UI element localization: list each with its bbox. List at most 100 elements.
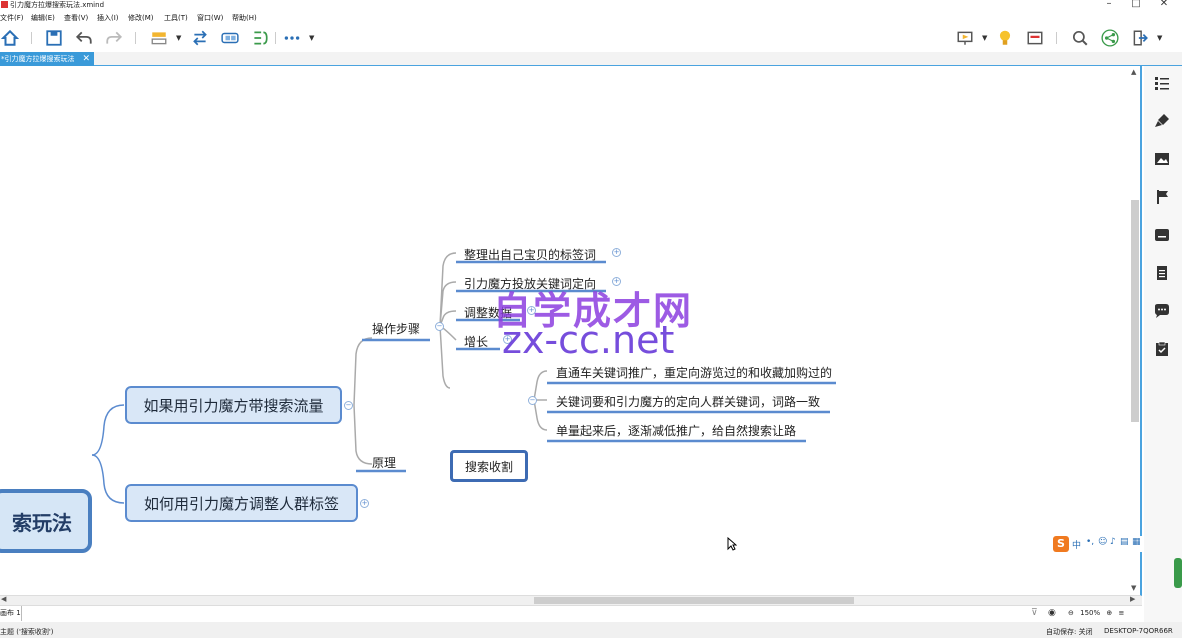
topic-step-tag-words[interactable]: 整理出自己宝贝的标签词 — [464, 246, 596, 262]
task-clipboard-icon[interactable] — [1153, 340, 1171, 358]
menu-window[interactable]: 窗口(W) — [197, 13, 223, 23]
expand-icon[interactable]: + — [612, 277, 621, 286]
presentation-icon[interactable] — [956, 29, 974, 47]
topic-style-icon[interactable] — [150, 29, 168, 47]
sheet-bar: 画布 1 ⊽ ◉ ⊖ 150% ⊕ ≡ — [0, 605, 1142, 621]
sogou-logo-icon[interactable]: S — [1053, 536, 1069, 552]
topic-step-adjust-data[interactable]: 调整数据 — [464, 304, 512, 320]
menu-help[interactable]: 帮助(H) — [232, 13, 257, 23]
vertical-scroll-thumb[interactable] — [1131, 200, 1139, 422]
marker-flag-icon[interactable] — [1153, 188, 1171, 206]
toolbar: ▼ ▼ ▼ ▼ — [0, 25, 1182, 51]
share-icon[interactable] — [1101, 29, 1119, 47]
image-icon[interactable] — [1153, 150, 1171, 168]
toolbar-separator — [275, 32, 276, 44]
close-window-button[interactable]: ✕ — [1157, 0, 1171, 9]
topic-harvest-keyword-match[interactable]: 关键词要和引力魔方的定向人群关键词，词路一致 — [556, 393, 820, 409]
format-brush-icon[interactable] — [1153, 112, 1171, 130]
menu-view[interactable]: 查看(V) — [64, 13, 88, 23]
root-topic[interactable]: 索玩法 — [0, 489, 92, 553]
boundary-icon[interactable] — [221, 29, 239, 47]
toolbar-separator — [1056, 32, 1057, 44]
horizontal-scrollbar[interactable]: ◀ ▶ — [0, 595, 1142, 605]
menu-file[interactable]: 文件(F) — [0, 13, 24, 23]
scroll-up-icon[interactable]: ▲ — [1131, 68, 1136, 76]
document-tab-label: *引力魔方拉爆搜索玩法 — [1, 55, 75, 63]
mouse-cursor-icon — [727, 536, 738, 554]
autosave-status[interactable]: 自动保存: 关闭 — [1046, 627, 1093, 637]
comment-icon[interactable] — [1153, 302, 1171, 320]
sticker-icon[interactable] — [1153, 226, 1171, 244]
keyboard-icon[interactable]: ▤ — [1120, 537, 1129, 547]
redo-icon[interactable] — [105, 29, 123, 47]
side-panel — [1144, 66, 1182, 622]
collapse-icon[interactable]: − — [435, 322, 444, 331]
document-tab[interactable]: *引力魔方拉爆搜索玩法 ✕ — [0, 52, 94, 66]
notes-icon[interactable] — [1153, 264, 1171, 282]
outline-icon[interactable] — [1153, 74, 1171, 92]
zoom-out-button[interactable]: ⊖ — [1068, 609, 1074, 617]
filter-icon[interactable]: ⊽ — [1031, 608, 1038, 618]
expand-icon[interactable]: + — [360, 499, 369, 508]
minimize-button[interactable]: – — [1102, 0, 1116, 9]
zoom-control: ⊖ 150% ⊕ ≡ — [1068, 609, 1124, 617]
mindmap-canvas[interactable]: 索玩法 如果用引力魔方带搜索流量 − 如何用引力魔方调整人群标签 + 操作步骤 … — [0, 66, 1142, 596]
relationship-icon[interactable] — [191, 29, 209, 47]
topic-search-harvest-selected[interactable]: 搜索收割 — [450, 450, 528, 482]
search-icon[interactable] — [1071, 29, 1089, 47]
topic-harvest-reduce-promotion[interactable]: 单量起来后，逐渐减低推广，给自然搜索让路 — [556, 422, 796, 438]
topic-step-growth[interactable]: 增长 — [464, 333, 488, 349]
menu-tools[interactable]: 工具(T) — [164, 13, 188, 23]
computer-name: DESKTOP-7QOR66R — [1104, 627, 1173, 635]
idea-icon[interactable] — [996, 29, 1014, 47]
collapse-icon[interactable]: − — [344, 401, 353, 410]
topic-principle[interactable]: 原理 — [372, 454, 396, 470]
scroll-down-icon[interactable]: ▼ — [1131, 584, 1136, 592]
menu-modify[interactable]: 修改(M) — [128, 13, 154, 23]
collapse-icon[interactable]: − — [528, 396, 537, 405]
expand-icon[interactable]: + — [527, 306, 536, 315]
punctuation-icon[interactable]: •, — [1086, 537, 1094, 547]
side-panel-scroll-indicator[interactable] — [1174, 558, 1182, 588]
panel-icon[interactable] — [1026, 29, 1044, 47]
window-title: 引力魔方拉爆搜索玩法.xmind — [10, 1, 105, 9]
microphone-icon[interactable]: ♪ — [1110, 537, 1116, 547]
undo-icon[interactable] — [75, 29, 93, 47]
topic-style-dropdown-icon[interactable]: ▼ — [176, 34, 181, 42]
sheet-tab[interactable]: 画布 1 — [0, 606, 22, 621]
xmind-app-icon — [1, 1, 8, 8]
maximize-button[interactable]: □ — [1129, 0, 1143, 9]
ime-language[interactable]: 中 — [1072, 538, 1081, 551]
fit-icon[interactable]: ≡ — [1118, 609, 1124, 617]
summary-icon[interactable] — [251, 29, 269, 47]
expand-icon[interactable]: + — [612, 248, 621, 257]
topic-harvest-through-train[interactable]: 直通车关键词推广，重定向游览过的和收藏加购过的 — [556, 364, 832, 380]
more-dropdown-icon[interactable]: ▼ — [309, 34, 314, 42]
zoom-level[interactable]: 150% — [1080, 609, 1100, 617]
menu-insert[interactable]: 插入(I) — [97, 13, 119, 23]
presentation-dropdown-icon[interactable]: ▼ — [982, 34, 987, 42]
zoom-in-button[interactable]: ⊕ — [1106, 609, 1112, 617]
vertical-scrollbar[interactable]: ▲ ▼ — [1130, 68, 1140, 594]
export-icon[interactable] — [1131, 29, 1149, 47]
topic-main-crowd-tags[interactable]: 如何用引力魔方调整人群标签 — [125, 484, 358, 522]
document-tab-strip: *引力魔方拉爆搜索玩法 ✕ — [0, 52, 1182, 66]
scroll-right-icon[interactable]: ▶ — [1130, 595, 1135, 603]
horizontal-scroll-thumb[interactable] — [534, 597, 854, 604]
close-tab-icon[interactable]: ✕ — [82, 52, 90, 66]
expand-icon[interactable]: + — [503, 335, 512, 344]
menu-edit[interactable]: 编辑(E) — [31, 13, 55, 23]
topic-steps[interactable]: 操作步骤 — [372, 320, 420, 336]
save-icon[interactable] — [45, 29, 63, 47]
export-dropdown-icon[interactable]: ▼ — [1157, 34, 1162, 42]
emoji-icon[interactable]: ☺ — [1098, 537, 1107, 547]
topic-step-keyword-targeting[interactable]: 引力魔方投放关键词定向 — [464, 275, 596, 291]
status-bar: 主题 ('搜索收割') 自动保存: 关闭 DESKTOP-7QOR66R — [0, 622, 1182, 638]
more-icon[interactable] — [283, 29, 301, 47]
topic-main-search-traffic[interactable]: 如果用引力魔方带搜索流量 — [125, 386, 342, 424]
title-bar: 引力魔方拉爆搜索玩法.xmind – □ ✕ — [0, 0, 1182, 10]
home-icon[interactable] — [1, 29, 19, 47]
eye-icon[interactable]: ◉ — [1048, 608, 1056, 618]
scroll-left-icon[interactable]: ◀ — [1, 595, 6, 603]
ime-settings-icon[interactable]: ▦ — [1132, 537, 1141, 547]
